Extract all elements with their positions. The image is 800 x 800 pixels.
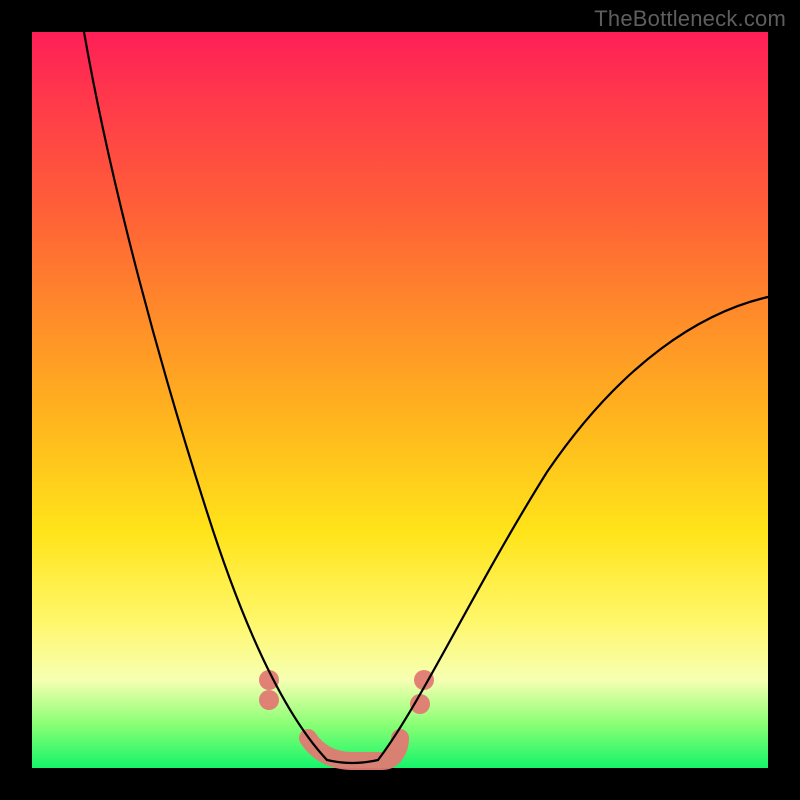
chart-plot-area [32, 32, 768, 768]
chart-frame: TheBottleneck.com [0, 0, 800, 800]
coral-dot-left-2 [259, 690, 279, 710]
curve-right [378, 297, 768, 760]
coral-dot-right-2 [410, 694, 430, 714]
curve-left [84, 32, 327, 760]
chart-svg [32, 32, 768, 768]
watermark-text: TheBottleneck.com [594, 6, 786, 32]
